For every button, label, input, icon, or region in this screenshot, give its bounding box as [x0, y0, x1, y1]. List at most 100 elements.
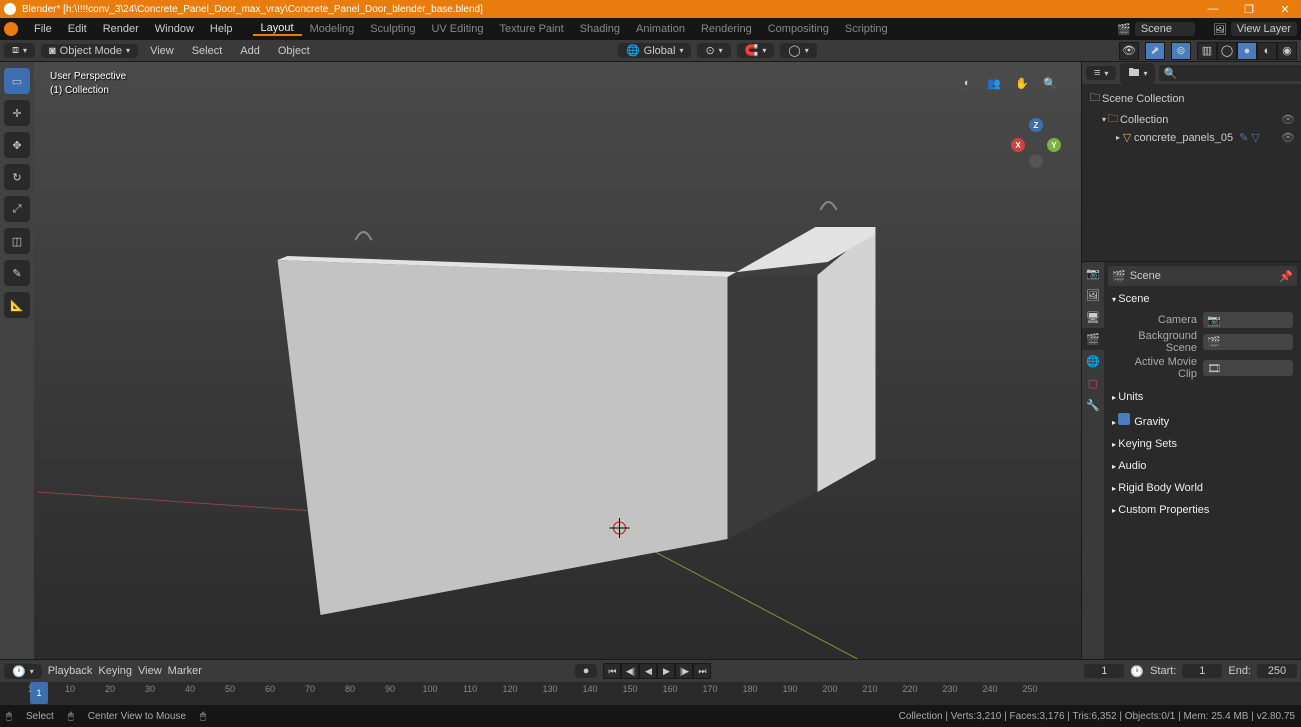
window-min-button[interactable]: —	[1201, 3, 1225, 16]
play-play[interactable]: ▶	[657, 663, 675, 679]
workspace-modeling[interactable]: Modeling	[302, 23, 363, 35]
tl-menu-playback[interactable]: Playback	[48, 665, 93, 677]
gravity-checkbox[interactable]	[1118, 413, 1130, 425]
editor-type-button[interactable]: ⧈▾	[4, 43, 35, 58]
timeline-ruler[interactable]: 1 11020304050607080901001101201301401501…	[0, 682, 1301, 704]
viewlayer-icon: 🖼	[1213, 23, 1227, 36]
clock-icon: 🕐	[1130, 665, 1144, 678]
shading-lookdev[interactable]: ◐	[1257, 42, 1277, 60]
start-frame-field[interactable]: 1	[1182, 664, 1222, 678]
panel-rigid[interactable]: Rigid Body World	[1108, 479, 1297, 497]
viewlayer-field[interactable]: View Layer	[1231, 22, 1297, 36]
tick: 40	[185, 684, 195, 694]
outliner-editor-button[interactable]: ≡▾	[1086, 66, 1116, 80]
visibility-button[interactable]: 👁	[1119, 42, 1139, 60]
snap-toggle[interactable]: 🧲▾	[737, 43, 775, 58]
tool-scale[interactable]: ⤢	[4, 196, 30, 222]
gizmo-button[interactable]: ⬈	[1145, 42, 1165, 60]
ptab-scene[interactable]: 🎬	[1082, 328, 1104, 350]
ptab-world[interactable]: 🌐	[1082, 350, 1104, 372]
ptab-object[interactable]: ▢	[1082, 372, 1104, 394]
pin-icon[interactable]: 📌	[1279, 270, 1293, 283]
play-keynext[interactable]: |▶	[675, 663, 693, 679]
shading-solid[interactable]: ●	[1237, 42, 1257, 60]
camera-field[interactable]: 📷	[1203, 312, 1293, 328]
workspace-scripting[interactable]: Scripting	[837, 23, 896, 35]
window-close-button[interactable]: ✕	[1273, 3, 1297, 16]
tool-transform[interactable]: ◫	[4, 228, 30, 254]
xray-toggle[interactable]: ▥	[1197, 42, 1217, 60]
blender-logo-icon	[4, 3, 16, 15]
menu-file[interactable]: File	[26, 23, 60, 35]
mouse-icon: 🖱	[68, 711, 74, 722]
workspace-uv[interactable]: UV Editing	[423, 23, 491, 35]
tl-menu-marker[interactable]: Marker	[168, 665, 202, 677]
play-keyback[interactable]: ◀|	[621, 663, 639, 679]
bg-scene-field[interactable]: 🎬	[1203, 334, 1293, 350]
ptab-output[interactable]: 🖼	[1082, 284, 1104, 306]
shading-rendered[interactable]: ◉	[1277, 42, 1297, 60]
tool-move[interactable]: ✥	[4, 132, 30, 158]
panel-custom[interactable]: Custom Properties	[1108, 501, 1297, 519]
ptab-modifier[interactable]: 🔧	[1082, 394, 1104, 416]
workspace-rendering[interactable]: Rendering	[693, 23, 760, 35]
proportional-toggle[interactable]: ◯▾	[780, 43, 816, 58]
menu-help[interactable]: Help	[202, 23, 241, 35]
tick: 160	[662, 684, 677, 694]
tool-rotate[interactable]: ↻	[4, 164, 30, 190]
tool-select-box[interactable]: ▭	[4, 68, 30, 94]
tool-measure[interactable]: 📐	[4, 292, 30, 318]
workspace-shading[interactable]: Shading	[572, 23, 628, 35]
vp-menu-object[interactable]: Object	[272, 45, 316, 57]
menu-render[interactable]: Render	[95, 23, 147, 35]
properties-editor: 📷 🖼 🖥 🎬 🌐 ▢ 🔧 🎬 Scene 📌 Scene Camera📷	[1082, 262, 1301, 659]
play-last[interactable]: ⏭	[693, 663, 711, 679]
workspace-animation[interactable]: Animation	[628, 23, 693, 35]
outliner-display-button[interactable]: 🖿▾	[1120, 63, 1155, 84]
panel-units[interactable]: Units	[1108, 388, 1297, 406]
ptab-viewlayer[interactable]: 🖥	[1082, 306, 1104, 328]
tick: 250	[1022, 684, 1037, 694]
current-frame-field[interactable]: 1	[1084, 664, 1124, 678]
mode-selector[interactable]: ◙Object Mode▾	[41, 44, 138, 58]
end-frame-field[interactable]: 250	[1257, 664, 1297, 678]
status-stats: Collection | Verts:3,210 | Faces:3,176 |…	[899, 711, 1295, 722]
tl-menu-view[interactable]: View	[138, 665, 162, 677]
movieclip-field[interactable]: 🎞	[1203, 360, 1293, 376]
3d-viewport[interactable]: User Perspective (1) Collection ◖ 👥 ✋ 🔍 …	[34, 62, 1081, 659]
tree-object[interactable]: ▸ ▽ concrete_panels_05 ✎ ▽ 👁	[1082, 130, 1301, 145]
ptab-render[interactable]: 📷	[1082, 262, 1104, 284]
vp-menu-select[interactable]: Select	[186, 45, 229, 57]
tool-cursor[interactable]: ✛	[4, 100, 30, 126]
tl-menu-keying[interactable]: Keying	[98, 665, 132, 677]
workspace-texpaint[interactable]: Texture Paint	[491, 23, 571, 35]
tool-annotate[interactable]: ✎	[4, 260, 30, 286]
tree-scene-collection[interactable]: 🗀 Scene Collection	[1082, 88, 1301, 109]
workspace-compositing[interactable]: Compositing	[760, 23, 837, 35]
panel-keying[interactable]: Keying Sets	[1108, 435, 1297, 453]
panel-gravity[interactable]: Gravity	[1108, 410, 1297, 431]
playhead[interactable]: 1	[30, 682, 48, 704]
panel-audio[interactable]: Audio	[1108, 457, 1297, 475]
workspace-sculpting[interactable]: Sculpting	[362, 23, 423, 35]
pivot-selector[interactable]: ⊙▾	[697, 43, 730, 58]
orientation-selector[interactable]: 🌐Global▾	[618, 43, 692, 58]
outliner-search[interactable]: 🔍	[1159, 65, 1301, 81]
timeline-editor-button[interactable]: 🕐▾	[4, 664, 42, 679]
workspace-layout[interactable]: Layout	[253, 22, 302, 36]
vp-menu-add[interactable]: Add	[234, 45, 266, 57]
overlay-button[interactable]: ⊚	[1171, 42, 1191, 60]
play-first[interactable]: ⏮	[603, 663, 621, 679]
menu-edit[interactable]: Edit	[60, 23, 95, 35]
vp-menu-view[interactable]: View	[144, 45, 180, 57]
window-max-button[interactable]: ❐	[1237, 3, 1261, 16]
scene-field[interactable]: Scene	[1135, 22, 1195, 36]
autokey-button[interactable]: ●	[575, 664, 598, 678]
panel-scene[interactable]: Scene	[1108, 290, 1297, 308]
shading-wire[interactable]: ◯	[1217, 42, 1237, 60]
eye-icon[interactable]: 👁	[1281, 131, 1295, 144]
eye-icon[interactable]: 👁	[1281, 113, 1295, 126]
play-revplay[interactable]: ◀	[639, 663, 657, 679]
tree-collection[interactable]: ▾ 🗀 Collection 👁	[1082, 109, 1301, 130]
menu-window[interactable]: Window	[147, 23, 202, 35]
